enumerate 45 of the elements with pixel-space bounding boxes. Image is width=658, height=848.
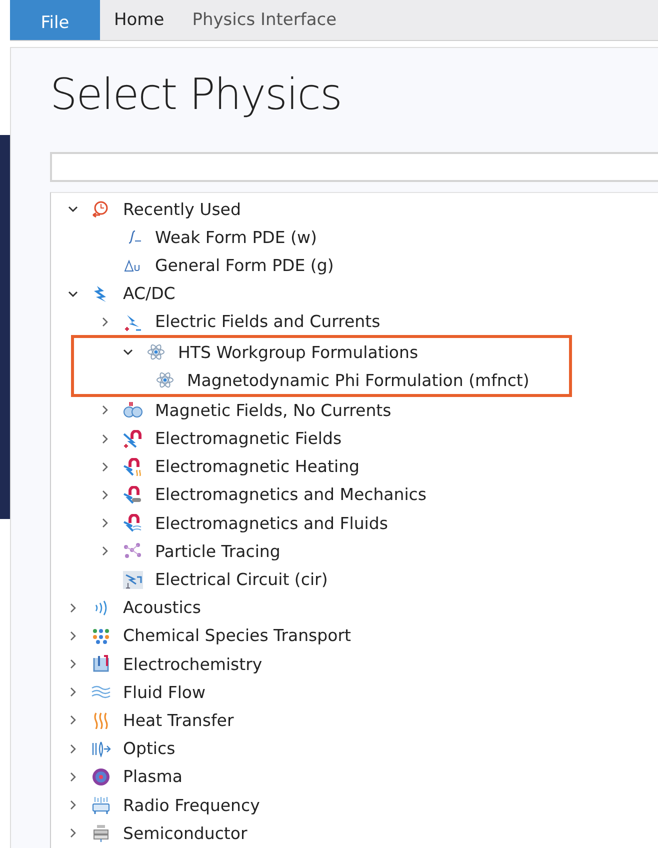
tree-item[interactable]: Electromagnetics and Fluids (155, 514, 388, 533)
tree-item[interactable]: Weak Form PDE (w) (155, 228, 317, 247)
coil-icon (123, 401, 143, 420)
semiconductor-icon (91, 824, 111, 842)
tree-item[interactable]: General Form PDE (g) (155, 256, 334, 275)
tree-item[interactable]: HTS Workgroup Formulations (178, 342, 418, 362)
tree-item[interactable]: Optics (123, 739, 176, 758)
magnet-icon (123, 514, 143, 532)
tree-item[interactable]: Electromagnetic Heating (155, 457, 360, 476)
file-tab[interactable]: File (10, 0, 100, 40)
magnet-icon (123, 486, 143, 504)
ribbon-tab[interactable]: Home (100, 0, 178, 40)
radio-icon (91, 796, 111, 814)
atom-icon (146, 343, 166, 362)
tree-item[interactable]: Magnetodynamic Phi Formulation (mfnct) (187, 370, 530, 390)
particles-icon (123, 542, 143, 560)
tree-item[interactable]: Chemical Species Transport (123, 626, 351, 646)
plasma-icon (91, 768, 111, 786)
circuit-icon (123, 570, 143, 589)
dots-icon (91, 626, 111, 645)
tree-item[interactable]: Plasma (123, 767, 182, 786)
tree-item[interactable]: Particle Tracing (155, 542, 280, 561)
page-title: Select Physics (50, 70, 342, 122)
tree-item[interactable]: Electromagnetic Fields (155, 429, 342, 448)
search-field[interactable] (50, 152, 658, 182)
tree-item[interactable]: Electromagnetics and Mechanics (155, 485, 426, 504)
atom-icon (155, 371, 175, 390)
tree-item[interactable]: Recently Used (123, 200, 241, 219)
tree-item[interactable]: Electrochemistry (123, 654, 262, 674)
tree-item[interactable]: Radio Frequency (123, 796, 260, 815)
beaker-icon (91, 655, 111, 674)
heat-icon (91, 711, 111, 730)
ribbon-tab[interactable]: Physics Interface (178, 0, 351, 40)
tree-item[interactable]: AC/DC (123, 284, 176, 304)
tree-item[interactable]: Fluid Flow (123, 682, 206, 702)
tree-item[interactable]: Electrical Circuit (cir) (155, 570, 328, 590)
tree-item[interactable]: Electric Fields and Currents (155, 312, 380, 332)
tree-item[interactable]: Acoustics (123, 598, 201, 618)
magnet-icon (123, 458, 143, 476)
magnet-icon (123, 430, 143, 448)
lightning-icon (123, 312, 143, 331)
lens-icon (91, 740, 111, 758)
tree-item[interactable]: Magnetic Fields, No Currents (155, 400, 392, 420)
tree-item[interactable]: Semiconductor (123, 824, 248, 843)
tree-item[interactable]: Heat Transfer (123, 710, 234, 730)
